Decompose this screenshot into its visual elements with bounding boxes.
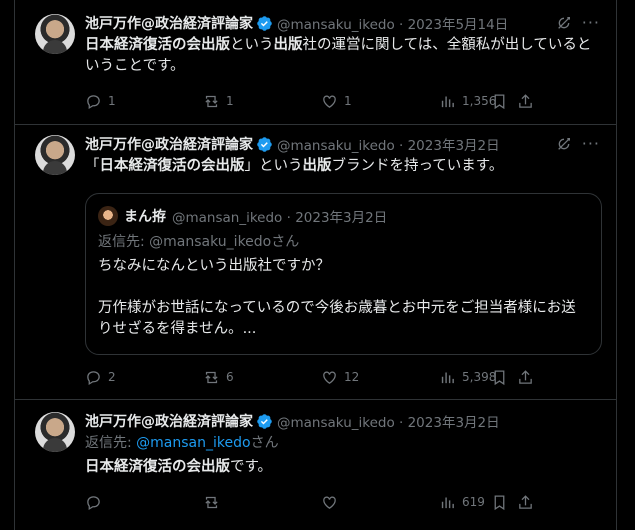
tweet[interactable]: 池戸万作@政治経済評論家 @mansaku_ikedo · 2023年5月14日… xyxy=(15,0,616,125)
like-count: 12 xyxy=(344,370,360,384)
more-icon[interactable]: ··· xyxy=(582,134,600,153)
reply-button[interactable]: 1 xyxy=(85,93,203,110)
tweet-text: 日本経済復活の会出版という出版社の運営に関しては、全額私が出しているということで… xyxy=(85,37,592,74)
like-button[interactable]: 1 xyxy=(321,93,439,110)
quoted-text-1: ちなみになんという出版社ですか？ xyxy=(98,258,330,274)
timeline: 池戸万作@政治経済評論家 @mansaku_ikedo · 2023年5月14日… xyxy=(14,0,617,530)
repost-count: 6 xyxy=(226,370,234,384)
reply-icon xyxy=(87,370,100,385)
views-icon xyxy=(441,497,454,508)
verified-badge-icon xyxy=(257,15,272,31)
reply-count: 2 xyxy=(108,370,116,384)
tweet-text: 日本経済復活の会出版です。 xyxy=(85,459,273,475)
views-icon xyxy=(441,96,454,107)
avatar[interactable] xyxy=(35,412,75,452)
tweet-text: 「日本経済復活の会出版」という出版ブランドを持っています。 xyxy=(85,158,504,174)
tweet[interactable]: 池戸万作@政治経済評論家 @mansaku_ikedo · 2023年3月2日 … xyxy=(15,125,616,400)
like-count: 1 xyxy=(344,94,352,108)
bookmark-icon[interactable] xyxy=(491,93,508,110)
reply-button[interactable] xyxy=(85,494,203,511)
share-icon[interactable] xyxy=(517,494,534,511)
reply-icon xyxy=(87,94,100,109)
like-icon xyxy=(323,95,336,108)
repost-icon xyxy=(205,496,218,508)
author-name[interactable]: 池戸万作@政治経済評論家 xyxy=(85,411,253,431)
quoted-avatar xyxy=(98,206,118,226)
reply-button[interactable]: 2 xyxy=(85,369,203,386)
reply-to-link[interactable]: @mansan_ikedo xyxy=(136,435,250,451)
repost-button[interactable]: 1 xyxy=(203,93,321,110)
more-icon[interactable]: ··· xyxy=(582,13,600,32)
verified-badge-icon xyxy=(257,136,272,152)
repost-icon xyxy=(205,371,218,383)
tweet[interactable]: 池戸万作@政治経済評論家 @mansaku_ikedo · 2023年3月2日 … xyxy=(15,400,616,530)
avatar[interactable] xyxy=(35,135,75,175)
reply-to: 返信先: @mansan_ikedoさん xyxy=(85,435,279,451)
like-icon xyxy=(323,496,336,509)
handle-date[interactable]: @mansaku_ikedo · 2023年3月2日 xyxy=(277,134,500,154)
avatar[interactable] xyxy=(35,14,75,54)
quoted-text-2: 万作様がお世話になっているので今後お歳暮とお中元をご担当者様にお送りせざるを得ま… xyxy=(98,300,576,337)
grok-icon[interactable] xyxy=(556,136,572,152)
reply-count: 1 xyxy=(108,94,116,108)
view-count: 619 xyxy=(462,495,485,509)
repost-button[interactable]: 6 xyxy=(203,369,321,386)
reply-icon xyxy=(87,495,100,510)
quoted-author-name: まん拵 xyxy=(124,209,166,225)
quoted-tweet[interactable]: まん拵 @mansan_ikedo · 2023年3月2日 返信先: @mans… xyxy=(85,193,602,355)
like-button[interactable] xyxy=(321,494,439,511)
repost-button[interactable] xyxy=(203,494,321,511)
author-name[interactable]: 池戸万作@政治経済評論家 xyxy=(85,134,253,154)
repost-icon xyxy=(205,95,218,107)
like-icon xyxy=(323,371,336,384)
bookmark-icon[interactable] xyxy=(491,494,508,511)
handle-date[interactable]: @mansaku_ikedo · 2023年5月14日 xyxy=(277,13,508,33)
grok-icon[interactable] xyxy=(556,15,572,31)
like-button[interactable]: 12 xyxy=(321,369,439,386)
handle-date[interactable]: @mansaku_ikedo · 2023年3月2日 xyxy=(277,411,500,431)
bookmark-icon[interactable] xyxy=(491,369,508,386)
repost-count: 1 xyxy=(226,94,234,108)
quoted-handle-date: @mansan_ikedo · 2023年3月2日 xyxy=(172,210,388,226)
share-icon[interactable] xyxy=(517,369,534,386)
verified-badge-icon xyxy=(257,413,272,429)
views-icon xyxy=(441,372,454,383)
author-name[interactable]: 池戸万作@政治経済評論家 xyxy=(85,13,253,33)
share-icon[interactable] xyxy=(517,93,534,110)
quoted-reply-to: 返信先: @mansaku_ikedoさん xyxy=(98,234,300,250)
